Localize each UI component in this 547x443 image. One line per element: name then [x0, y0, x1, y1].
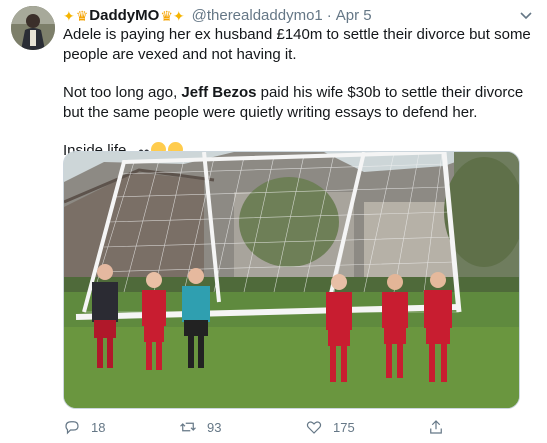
- tweet-actions: 18 93 175: [63, 415, 533, 439]
- tweet-text-prefix: Not too long ago,: [63, 84, 182, 101]
- tweet-photo[interactable]: [63, 151, 520, 409]
- crown-emoji-icon: ♛: [75, 8, 89, 24]
- retweet-icon: [180, 422, 196, 432]
- retweet-count: 93: [207, 419, 222, 435]
- sparkles-emoji-icon: ✦: [172, 8, 185, 24]
- reply-icon: [65, 421, 79, 435]
- crown-emoji-icon: ♛: [160, 8, 173, 24]
- like-button[interactable]: 175: [305, 415, 355, 439]
- retweet-button[interactable]: 93: [179, 415, 221, 439]
- tweet-paragraph-2: Not too long ago, Jeff Bezos paid his wi…: [63, 83, 533, 123]
- reply-button[interactable]: 18: [63, 415, 105, 439]
- tweet-text: Adele is paying her ex husband £140m to …: [63, 25, 533, 162]
- tweet-date[interactable]: Apr 5: [336, 7, 372, 25]
- share-button[interactable]: [427, 415, 455, 439]
- avatar[interactable]: [11, 6, 55, 50]
- heart-icon: [306, 421, 322, 434]
- display-name[interactable]: DaddyMO: [89, 7, 159, 25]
- tweet-text-bold: Jeff Bezos: [181, 84, 257, 101]
- tweet-header: ✦ ♛ DaddyMO ♛ ✦ @therealdaddymo1 · Apr 5: [63, 7, 519, 25]
- photo-women-carrying-goal: [64, 152, 519, 408]
- tweet-paragraph-1: Adele is paying her ex husband £140m to …: [63, 26, 531, 63]
- chevron-down-icon[interactable]: [519, 8, 533, 22]
- tweet[interactable]: ✦ ♛ DaddyMO ♛ ✦ @therealdaddymo1 · Apr 5…: [0, 0, 547, 443]
- share-icon: [430, 420, 442, 434]
- sparkles-emoji-icon: ✦: [63, 8, 75, 24]
- like-count: 175: [333, 419, 355, 435]
- reply-count: 18: [91, 419, 106, 435]
- user-handle[interactable]: @therealdaddymo1: [192, 7, 323, 25]
- separator-dot: ·: [326, 7, 332, 24]
